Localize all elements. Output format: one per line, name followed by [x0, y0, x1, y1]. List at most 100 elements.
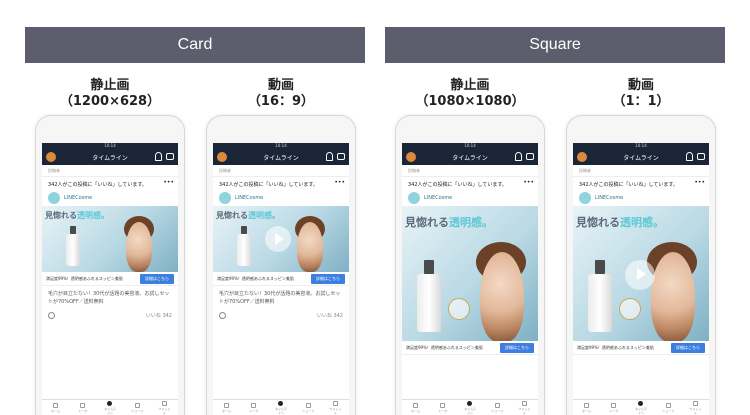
news-icon: [134, 402, 140, 408]
bell-icon[interactable]: [515, 152, 522, 161]
cta-button[interactable]: 詳細はこちら: [500, 342, 534, 353]
tab-timeline[interactable]: タイムライン: [463, 400, 477, 415]
more-icon[interactable]: •••: [523, 179, 534, 186]
home-icon: [413, 402, 419, 408]
brand-logo[interactable]: [579, 192, 591, 204]
likes-text: 342人がこの投稿に「いいね」しています。: [48, 182, 147, 188]
column-title: 静止画: [450, 78, 490, 93]
tab-bar: ホーム トーク タイムライン ニュース ウォレット: [42, 399, 178, 415]
product-bottle: [588, 274, 612, 332]
nav-title: タイムライン: [92, 154, 128, 162]
sub-header: 投稿者: [213, 165, 349, 177]
ad-creative[interactable]: 見惚れる透明感。: [402, 206, 538, 341]
cta-button[interactable]: 詳細はこちら: [671, 342, 705, 353]
tab-label: タイムライン: [104, 406, 116, 415]
timeline-nav: タイムライン: [573, 149, 709, 165]
avatar[interactable]: [406, 152, 416, 162]
likes-line: 342人がこの投稿に「いいね」しています。 •••: [402, 177, 538, 190]
column-spec: （1200×628）: [59, 94, 161, 109]
brand-logo[interactable]: [219, 192, 231, 204]
cta-row: 満足度99%！透明感あふれるスッピン美肌 詳細はこちら: [213, 272, 349, 286]
cta-button[interactable]: 詳細はこちら: [140, 273, 174, 284]
column-label-square-video: 動画 （1：1）: [566, 78, 716, 110]
tab-home[interactable]: ホーム: [49, 402, 63, 413]
cta-text: 満足度99%！透明感あふれるスッピン美肌: [406, 344, 483, 350]
avatar[interactable]: [577, 152, 587, 162]
menu-icon[interactable]: [337, 153, 345, 160]
tab-wallet[interactable]: ウォレット: [517, 400, 531, 415]
more-icon[interactable]: •••: [163, 179, 174, 186]
ad-creative[interactable]: 見惚れる透明感。: [42, 206, 178, 272]
reaction-row: いいね 342: [42, 310, 178, 321]
tab-talk[interactable]: トーク: [607, 402, 621, 413]
avatar[interactable]: [217, 152, 227, 162]
tab-home[interactable]: ホーム: [580, 402, 594, 413]
menu-icon[interactable]: [166, 153, 174, 160]
tab-timeline[interactable]: タイムライン: [634, 400, 648, 415]
tab-timeline[interactable]: タイムライン: [103, 400, 117, 415]
phone-screen: 10:14 タイムライン 投稿者 342人がこの投稿に「いいね」しています。 •…: [213, 143, 349, 415]
like-count: いいね 342: [316, 313, 343, 319]
tab-talk[interactable]: トーク: [76, 402, 90, 413]
cta-text: 満足度99%！透明感あふれるスッピン美肌: [46, 275, 123, 281]
like-count: いいね 342: [145, 313, 172, 319]
headline-prefix: 見惚れる: [45, 211, 77, 220]
tab-talk[interactable]: トーク: [247, 402, 261, 413]
brand-logo[interactable]: [408, 192, 420, 204]
tab-label: タイムライン: [275, 406, 287, 415]
talk-icon: [251, 402, 257, 408]
brand-name[interactable]: LINECosme: [64, 195, 92, 201]
tab-label: ホーム: [411, 408, 421, 413]
column-spec: （1：1）: [612, 94, 670, 109]
tab-news[interactable]: ニュース: [490, 402, 504, 413]
timeline-icon: [107, 400, 113, 406]
tab-news[interactable]: ニュース: [301, 402, 315, 413]
talk-icon: [611, 402, 617, 408]
more-icon[interactable]: •••: [334, 179, 345, 186]
product-bottle: [417, 274, 441, 332]
home-icon: [224, 402, 230, 408]
cta-row: 満足度99%！透明感あふれるスッピン美肌 詳細はこちら: [402, 341, 538, 355]
brand-logo[interactable]: [48, 192, 60, 204]
tab-label: トーク: [609, 408, 619, 413]
tab-wallet[interactable]: ウォレット: [688, 400, 702, 415]
tab-home[interactable]: ホーム: [220, 402, 234, 413]
tab-wallet[interactable]: ウォレット: [328, 400, 342, 415]
timeline-icon: [638, 400, 644, 406]
ad-creative[interactable]: 見惚れる透明感。: [573, 206, 709, 341]
column-title: 動画: [627, 78, 654, 93]
tab-label: ウォレット: [158, 406, 171, 415]
smile-icon[interactable]: [48, 312, 55, 319]
menu-icon[interactable]: [526, 153, 534, 160]
tab-label: ウォレット: [689, 406, 702, 415]
tab-wallet[interactable]: ウォレット: [157, 400, 171, 415]
play-icon[interactable]: [265, 226, 291, 252]
smile-icon[interactable]: [219, 312, 226, 319]
play-icon[interactable]: [625, 260, 655, 290]
timeline-nav: タイムライン: [213, 149, 349, 165]
phone-screen: 10:14 タイムライン 投稿者 342人がこの投稿に「いいね」しています。 •…: [42, 143, 178, 415]
tab-home[interactable]: ホーム: [409, 402, 423, 413]
ad-headline: 見惚れる透明感。: [405, 214, 493, 230]
phone-screen: 10:14 タイムライン 投稿者 342人がこの投稿に「いいね」しています。 •…: [402, 143, 538, 415]
ad-creative[interactable]: 見惚れる透明感。: [213, 206, 349, 272]
menu-icon[interactable]: [697, 153, 705, 160]
headline-highlight: 透明感。: [449, 216, 493, 229]
tab-label: トーク: [438, 408, 448, 413]
cta-button[interactable]: 詳細はこちら: [311, 273, 345, 284]
more-icon[interactable]: •••: [694, 179, 705, 186]
brand-name[interactable]: LINECosme: [235, 195, 263, 201]
tab-talk[interactable]: トーク: [436, 402, 450, 413]
brand-name[interactable]: LINECosme: [424, 195, 452, 201]
bell-icon[interactable]: [155, 152, 162, 161]
bell-icon[interactable]: [326, 152, 333, 161]
bell-icon[interactable]: [686, 152, 693, 161]
avatar[interactable]: [46, 152, 56, 162]
square-header: Square: [385, 27, 725, 63]
brand-name[interactable]: LINECosme: [595, 195, 623, 201]
tab-label: トーク: [78, 408, 88, 413]
tab-timeline[interactable]: タイムライン: [274, 400, 288, 415]
column-label-card-image: 静止画 （1200×628）: [35, 78, 185, 110]
tab-news[interactable]: ニュース: [661, 402, 675, 413]
tab-news[interactable]: ニュース: [130, 402, 144, 413]
